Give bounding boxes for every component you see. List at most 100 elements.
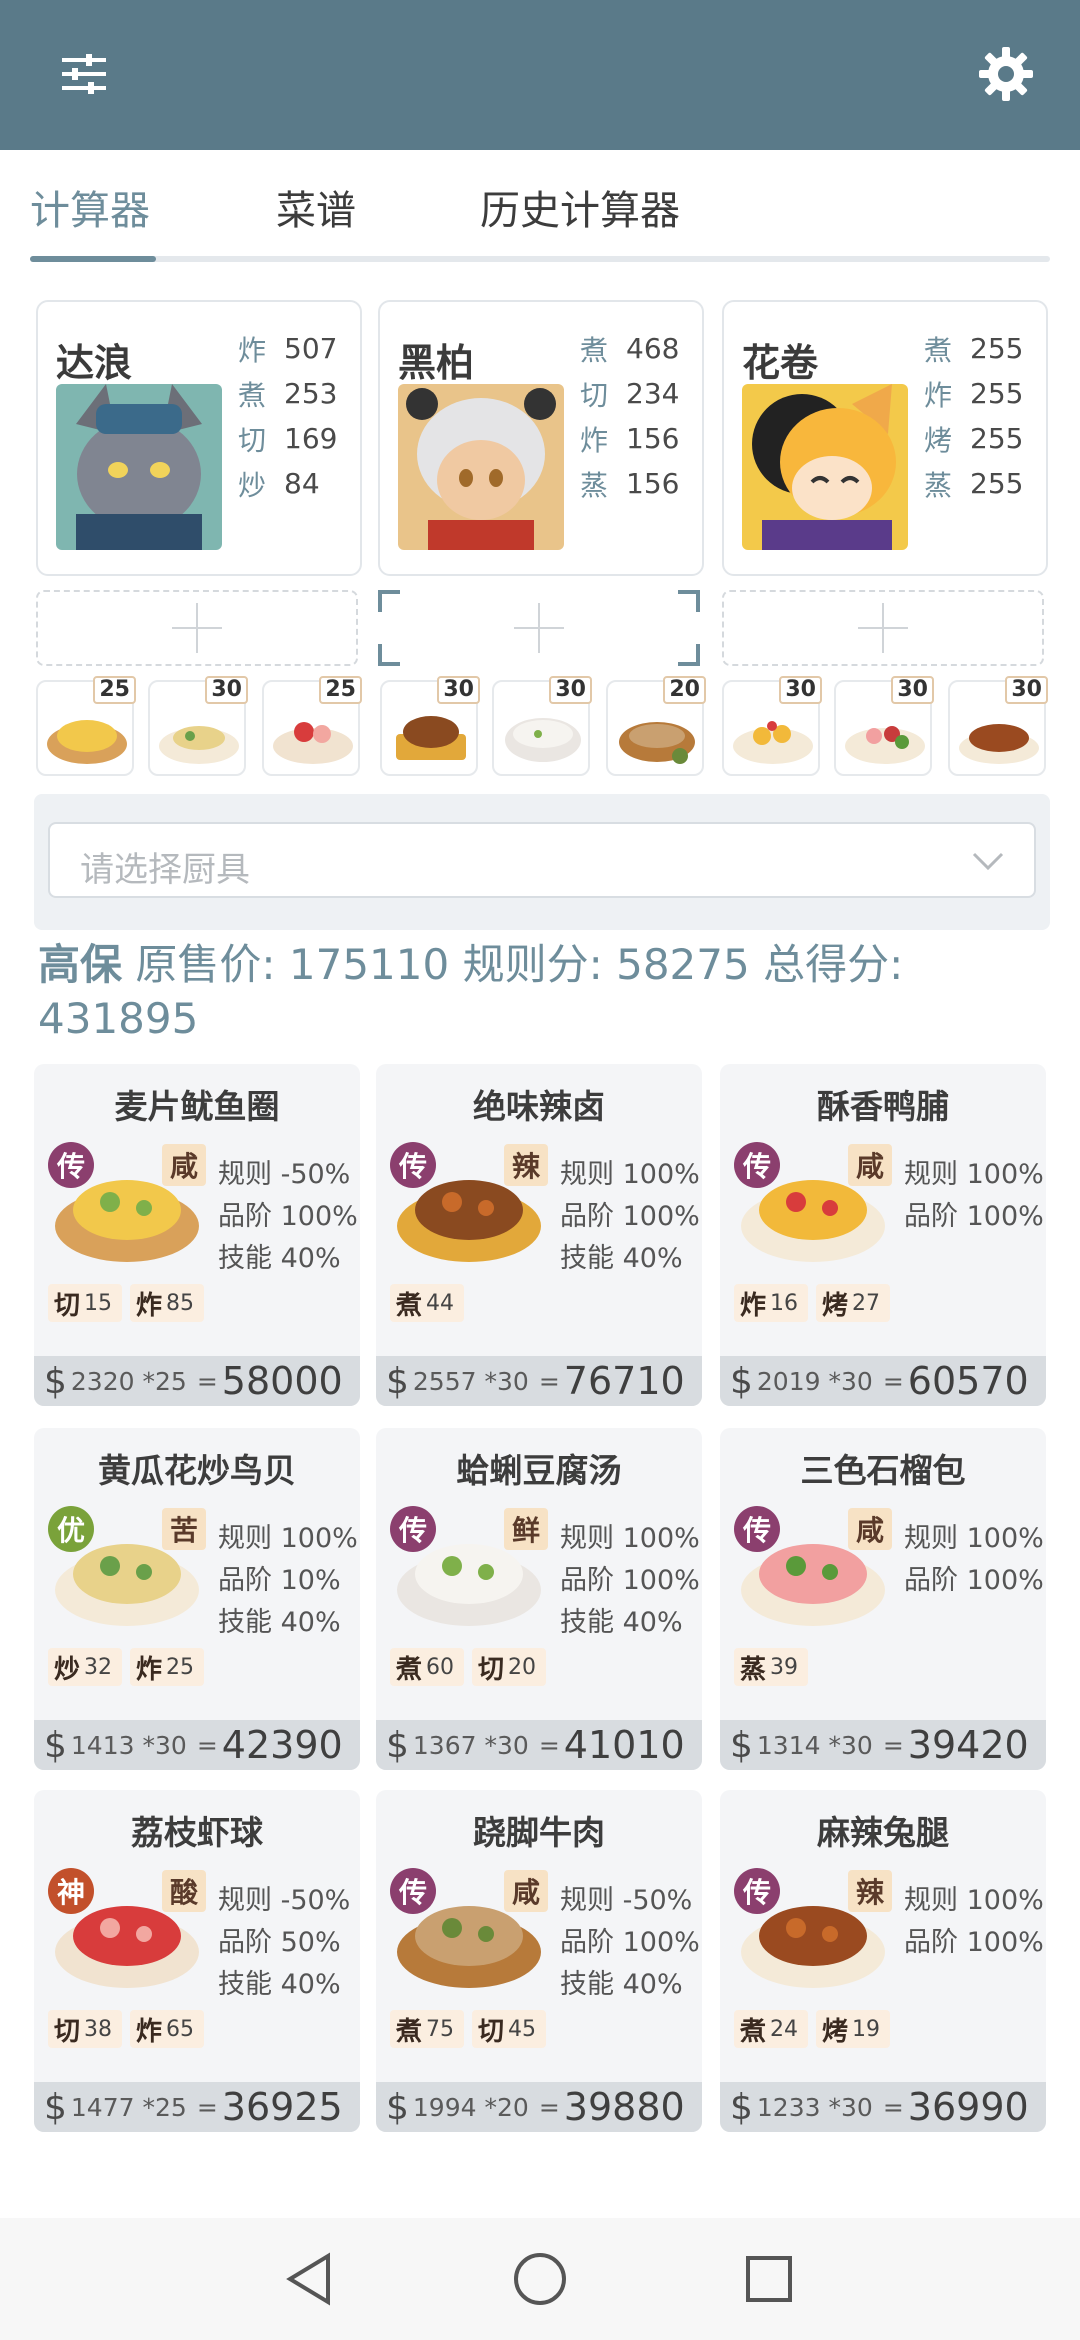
recipe-rules: 规则 100% 品阶 100% 技能 40%: [560, 1154, 700, 1280]
skill-value: 16: [770, 1290, 799, 1316]
total-price: 36990: [907, 2085, 1029, 2129]
flavor-badge: 咸: [848, 1508, 892, 1550]
unit-price: 2557: [412, 1366, 477, 1396]
stat-key: 煮: [924, 333, 953, 367]
equip-slot-1[interactable]: [36, 590, 358, 666]
equals-sign: =: [882, 2092, 904, 2122]
rule-line: 品阶 100%: [218, 1201, 358, 1232]
filter-sliders-icon[interactable]: [48, 38, 120, 110]
recipe-skills: 蒸 39: [734, 1648, 809, 1686]
skill-key: 烤: [822, 2016, 849, 2047]
stat-key: 蒸: [924, 468, 953, 502]
rule-line: 规则 100%: [904, 1159, 1044, 1190]
skill-key: 炸: [136, 2016, 163, 2047]
skill-key: 烤: [822, 1290, 849, 1321]
dish-image: [505, 718, 581, 762]
dish-thumb[interactable]: 20: [606, 676, 706, 776]
dish-thumb[interactable]: 30: [722, 676, 822, 776]
rule-line: 规则 100%: [904, 1885, 1044, 1916]
recipe-card[interactable]: 麦片鱿鱼圈 传咸规则 -50% 品阶 100% 技能 40% 切 15 炸 85 $ 232…: [34, 1064, 360, 1406]
dish-thumb[interactable]: 30: [834, 676, 934, 776]
equip-slot-2[interactable]: [378, 590, 700, 666]
equip-slot-3[interactable]: [722, 590, 1044, 666]
quantity: *20: [484, 2092, 529, 2122]
recipe-skills: 煮 44: [390, 1284, 465, 1322]
skill-chip: 炸 16: [734, 1284, 809, 1322]
recipe-title: 荔枝虾球: [131, 1813, 263, 1852]
rarity-badge: 传: [734, 1868, 780, 1914]
total-price: 41010: [563, 1723, 685, 1767]
recipe-card[interactable]: 三色石榴包 传 咸规则 100% 品阶 100% 蒸 39 $ 1314 *30 = 3…: [720, 1428, 1046, 1770]
dollar-sign: $: [730, 2086, 753, 2128]
skill-value: 38: [84, 2016, 113, 2042]
tab-indicator: [30, 256, 156, 262]
recipe-skills: 切 15 炸 85: [48, 1284, 205, 1322]
rule-line: 品阶 100%: [560, 1565, 700, 1596]
total-price: 39880: [563, 2085, 685, 2129]
skill-key: 切: [478, 1654, 505, 1685]
tab-calculator[interactable]: 计算器: [30, 178, 150, 236]
tab-recipes[interactable]: 菜谱: [276, 178, 356, 236]
selection-corner: [378, 644, 400, 666]
total-price: 36925: [221, 2085, 343, 2129]
dish-thumb[interactable]: 30: [148, 676, 248, 776]
recipe-title: 黄瓜花炒鸟贝: [98, 1451, 296, 1490]
price-bar: $ 1367 *30 = 41010: [376, 1720, 702, 1770]
skill-value: 32: [84, 1654, 113, 1680]
flavor-badge: 苦: [162, 1508, 206, 1550]
skill-key: 切: [478, 2016, 505, 2047]
chef-card-3[interactable]: 花卷 煮 255 炸 255 烤 255 蒸 255: [722, 300, 1048, 576]
recipe-skills: 炒 32 炸 25: [48, 1648, 205, 1686]
recipe-rules: 规则 -50% 品阶 100% 技能 40%: [560, 1880, 700, 2006]
skill-key: 切: [54, 2016, 81, 2047]
dish-thumb[interactable]: 30: [380, 676, 480, 776]
recipe-card[interactable]: 黄瓜花炒鸟贝 优苦规则 100% 品阶 10% 技能 40% 炒 32 炸 25 $ 141…: [34, 1428, 360, 1770]
chef-card-1[interactable]: 达浪 炸 507 煮 253 切 169 炒 84: [36, 300, 362, 576]
tab-history-calculator[interactable]: 历史计算器: [480, 178, 680, 236]
dish-thumb[interactable]: 30: [492, 676, 592, 776]
dish-thumb[interactable]: 30: [948, 676, 1048, 776]
recipe-skills: 煮 60 切 20: [390, 1648, 547, 1686]
recipe-title: 绝味辣卤: [473, 1087, 605, 1126]
equals-sign: =: [538, 2092, 560, 2122]
recipe-skills: 炸 16 烤 27: [734, 1284, 891, 1322]
stat-row: 炸 156: [580, 416, 679, 461]
price-bar: $ 1994 *20 = 39880: [376, 2082, 702, 2132]
recipe-card[interactable]: 绝味辣卤 传 辣规则 100% 品阶 100% 技能 40% 煮 44 $ 2557 *3…: [376, 1064, 702, 1406]
gear-icon[interactable]: [970, 38, 1042, 110]
dish-count: 25: [93, 676, 136, 704]
dish-thumb[interactable]: 25: [262, 676, 362, 776]
cookware-select[interactable]: 请选择厨具: [48, 822, 1036, 898]
recipe-card[interactable]: 麻辣兔腿 传辣规则 100% 品阶 100% 煮 24 烤 19 $ 1233 *30 =…: [720, 1790, 1046, 2132]
cookware-select-container: 请选择厨具: [34, 794, 1050, 930]
recipe-title: 蛤蜊豆腐汤: [456, 1451, 622, 1490]
recents-icon[interactable]: [734, 2244, 804, 2314]
total-price: 60570: [907, 1359, 1029, 1403]
dish-thumb[interactable]: 25: [36, 676, 136, 776]
chef-card-2[interactable]: 黑柏 煮 468 切 234 炸 156 蒸 156: [378, 300, 704, 576]
summary-total-value: 431895: [38, 994, 199, 1043]
rule-line: 品阶 100%: [904, 1565, 1044, 1596]
recipe-card[interactable]: 蛤蜊豆腐汤 传鲜规则 100% 品阶 100% 技能 40% 煮 60 切 20 $ 136…: [376, 1428, 702, 1770]
back-icon[interactable]: [274, 2244, 344, 2314]
dish-image: [733, 721, 813, 764]
total-price: 76710: [563, 1359, 685, 1403]
home-icon[interactable]: [505, 2244, 575, 2314]
skill-key: 煮: [396, 1654, 423, 1685]
skill-key: 蒸: [740, 1654, 767, 1685]
quantity: *30: [828, 1730, 873, 1760]
flavor-badge: 酸: [162, 1870, 206, 1912]
skill-chip: 切 45: [472, 2010, 547, 2048]
price-bar: $ 1477 *25 = 36925: [34, 2082, 360, 2132]
recipe-card[interactable]: 酥香鸭脯 传咸规则 100% 品阶 100% 炸 16 烤 27 $ 2019 *30 =…: [720, 1064, 1046, 1406]
recipe-rules: 规则 100% 品阶 100% 技能 40%: [560, 1518, 700, 1644]
stat-row: 炒 84: [238, 461, 337, 506]
recipe-card[interactable]: 跷脚牛肉 传咸规则 -50% 品阶 100% 技能 40% 煮 75 切 45 $ 1994…: [376, 1790, 702, 2132]
rule-line: 规则 100%: [218, 1523, 358, 1554]
flavor-badge: 咸: [848, 1144, 892, 1186]
recipe-card[interactable]: 荔枝虾球 神酸规则 -50% 品阶 50% 技能 40% 切 38 炸 65 $ 1477 …: [34, 1790, 360, 2132]
dish-count: 30: [437, 676, 480, 704]
equals-sign: =: [196, 1366, 218, 1396]
rule-line: 品阶 100%: [904, 1201, 1044, 1232]
recipe-rules: 规则 -50% 品阶 50% 技能 40%: [218, 1880, 350, 2006]
